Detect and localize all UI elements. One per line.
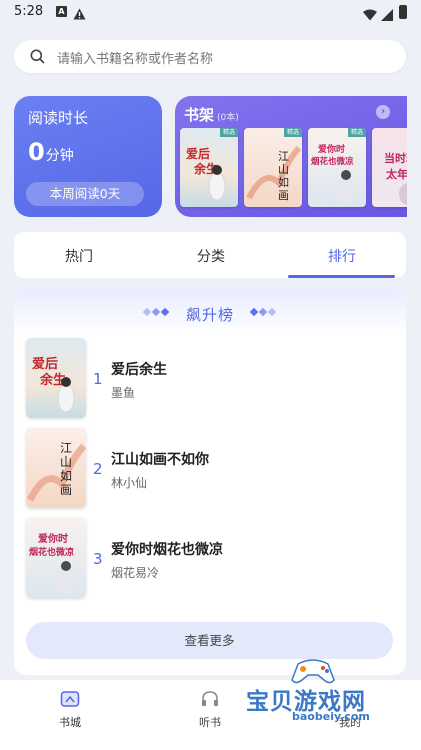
notification-a-icon: A (56, 6, 67, 17)
reading-time-number: 0 (28, 138, 45, 166)
chevron-right-icon[interactable]: › (376, 105, 390, 119)
nav-bookstore[interactable]: 书城 (40, 690, 100, 730)
book-title: 爱你时烟花也微凉 (111, 542, 223, 558)
svg-text:烟花也微凉: 烟花也微凉 (29, 546, 74, 558)
book-title: 爱后余生 (111, 362, 167, 378)
bookshelf-count: (0本) (217, 113, 239, 123)
featured-badge: 精选 (348, 128, 366, 137)
book-title: 江山如画不如你 (111, 452, 209, 468)
svg-text:爱你时: 爱你时 (38, 532, 68, 545)
svg-text:太年: 太年 (385, 167, 407, 181)
bookstore-icon (40, 690, 100, 711)
reading-time-value: 0分钟 (28, 138, 74, 166)
tab-ranking[interactable]: 排行 (328, 246, 356, 266)
search-icon (30, 49, 45, 68)
svg-text:如: 如 (278, 175, 289, 189)
shelf-book[interactable]: 精选 爱你时 烟花也微凉 (308, 128, 366, 207)
signal-icon (381, 6, 393, 25)
svg-text:山: 山 (60, 455, 72, 469)
ranking-card: 飙升榜 爱后 余生 1 爱后余生 墨鱼 江山如画 2 江山如画不如你 林小仙 爱你… (14, 290, 406, 675)
svg-text:江: 江 (60, 441, 72, 455)
category-tabs: 热门 分类 排行 (14, 232, 406, 278)
reading-time-card[interactable]: 阅读时长 0分钟 本周阅读0天 (14, 96, 162, 217)
battery-icon (399, 5, 407, 19)
ranking-item[interactable]: 爱你时 烟花也微凉 3 爱你时烟花也微凉 烟花易冷 (26, 518, 396, 598)
svg-text:爱你时: 爱你时 (318, 143, 345, 155)
rank-number: 2 (93, 460, 103, 478)
status-bar: 5:28 A (0, 0, 421, 26)
book-author: 烟花易冷 (111, 566, 160, 580)
svg-text:画: 画 (60, 483, 72, 497)
view-more-button[interactable]: 查看更多 (26, 622, 393, 659)
svg-text:画: 画 (278, 189, 289, 202)
tab-hot[interactable]: 热门 (65, 246, 93, 266)
bookshelf-card[interactable]: 书架 (0本) › 精选 爱后 余生 精选 江山如画 精选 爱你时 烟花也微凉 当时… (175, 96, 407, 217)
svg-text:爱后: 爱后 (186, 146, 210, 161)
headphones-icon (180, 690, 240, 711)
nav-audiobook[interactable]: 听书 (180, 690, 240, 730)
watermark-url: baobeiy.com (292, 710, 370, 723)
warning-icon (73, 5, 86, 24)
ranking-item[interactable]: 爱后 余生 1 爱后余生 墨鱼 (26, 338, 396, 418)
nav-label: 听书 (199, 716, 221, 729)
bookshelf-title: 书架 (184, 106, 215, 124)
ranking-item[interactable]: 江山如画 2 江山如画不如你 林小仙 (26, 428, 396, 508)
weekly-reading-days: 本周阅读0天 (26, 182, 144, 206)
shelf-book[interactable]: 精选 爱后 余生 (180, 128, 238, 207)
svg-text:爱后: 爱后 (32, 356, 58, 372)
book-cover: 爱后 余生 (26, 338, 86, 418)
book-cover: 江山如画 (26, 428, 86, 508)
search-input[interactable]: 请输入书籍名称或作者名称 (14, 40, 406, 73)
nav-label: 书城 (59, 716, 81, 729)
status-time: 5:28 (14, 4, 44, 19)
active-tab-indicator (288, 275, 395, 278)
ranking-header: 飙升榜 (14, 290, 406, 334)
wifi-icon (363, 6, 377, 25)
book-author: 林小仙 (111, 476, 148, 490)
search-placeholder: 请输入书籍名称或作者名称 (57, 52, 214, 67)
featured-badge: 精选 (220, 128, 238, 137)
svg-text:山: 山 (278, 163, 289, 176)
svg-text:江: 江 (278, 150, 289, 163)
rank-number: 3 (93, 550, 103, 568)
featured-badge: 精选 (284, 128, 302, 137)
book-cover: 爱你时 烟花也微凉 (26, 518, 86, 598)
reading-time-title: 阅读时长 (28, 109, 89, 127)
svg-text:如: 如 (60, 468, 72, 483)
svg-text:当时若: 当时若 (384, 151, 407, 165)
watermark-logo: 宝贝游戏网 baobeiy.com (244, 656, 394, 726)
shelf-book[interactable]: 精选 江山如画 (244, 128, 302, 207)
shelf-book[interactable]: 当时若太年 (372, 128, 407, 207)
rank-number: 1 (93, 370, 103, 388)
tab-category[interactable]: 分类 (197, 246, 225, 266)
book-author: 墨鱼 (111, 386, 136, 400)
reading-time-unit: 分钟 (45, 148, 74, 164)
ranking-title: 飙升榜 (185, 306, 234, 324)
svg-text:烟花也微凉: 烟花也微凉 (311, 156, 354, 167)
